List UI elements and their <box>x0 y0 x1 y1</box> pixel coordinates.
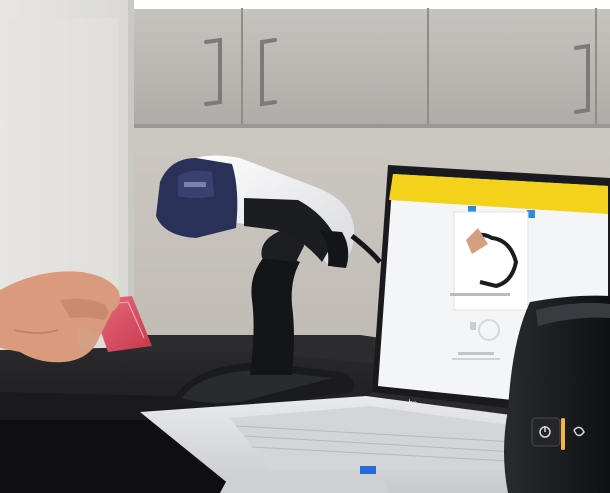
photo-scene: hp <box>0 0 610 493</box>
wall-cabinets <box>130 0 610 128</box>
photo-illustration: hp <box>0 0 610 493</box>
laptop-brand: hp <box>408 398 418 408</box>
